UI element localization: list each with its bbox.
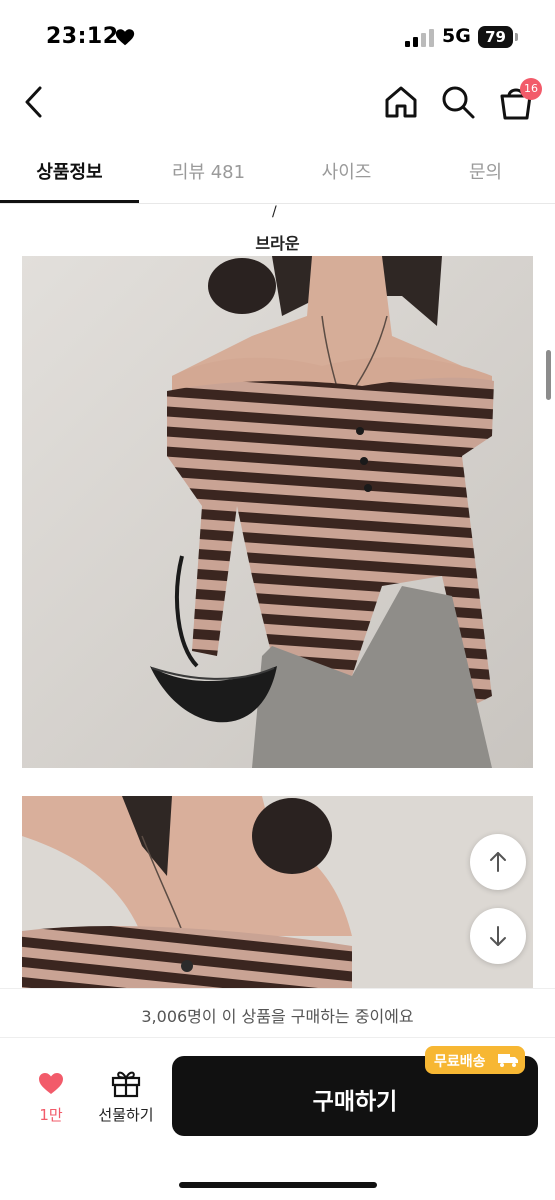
tab-reviews[interactable]: 리뷰 481: [139, 158, 278, 184]
bottom-action-bar: 1만 선물하기 구매하기 무료배송: [0, 1038, 555, 1200]
product-image: [22, 256, 533, 768]
battery-icon: 79: [478, 26, 518, 48]
gift-icon: [111, 1071, 141, 1098]
cart-badge: 16: [520, 78, 542, 100]
network-type: 5G: [442, 25, 471, 47]
tab-product-info[interactable]: 상품정보: [0, 158, 139, 184]
free-shipping-badge: 무료배송: [425, 1046, 525, 1074]
like-count: 1만: [39, 1106, 63, 1124]
truck-icon: [498, 1054, 518, 1067]
status-bar: 23:12 5G 79: [0, 0, 555, 70]
scroll-up-button[interactable]: [470, 834, 526, 890]
home-indicator: [179, 1182, 377, 1188]
arrow-down-icon: [490, 926, 506, 946]
tab-indicator: [0, 200, 139, 203]
tab-size[interactable]: 사이즈: [277, 158, 416, 184]
product-image-2: [22, 796, 533, 988]
separator-text: /: [272, 204, 277, 220]
back-icon[interactable]: [18, 82, 52, 122]
scrollbar-thumb[interactable]: [546, 350, 551, 400]
gift-label: 선물하기: [98, 1106, 154, 1124]
arrow-up-icon: [490, 852, 506, 872]
tab-bar: 상품정보 리뷰 481 사이즈 문의: [0, 140, 555, 204]
battery-level: 79: [485, 28, 506, 46]
heart-status-icon: [115, 29, 135, 46]
search-icon[interactable]: [438, 82, 478, 122]
purchase-notice: 3,006명이 이 상품을 구매하는 중이에요: [0, 988, 555, 1038]
status-time: 23:12: [46, 24, 119, 49]
signal-icon: [405, 29, 434, 47]
free-shipping-label: 무료배송: [434, 1054, 486, 1070]
purchase-notice-text: 3,006명이 이 상품을 구매하는 중이에요: [141, 1007, 414, 1026]
heart-icon: [39, 1073, 63, 1094]
like-button[interactable]: 1만: [20, 1068, 82, 1138]
gift-button[interactable]: 선물하기: [88, 1068, 164, 1138]
buy-button-label: 구매하기: [312, 1089, 398, 1115]
tab-inquiry[interactable]: 문의: [416, 158, 555, 184]
color-option-label: 브라운: [255, 234, 300, 253]
home-icon[interactable]: [381, 82, 421, 122]
scroll-down-button[interactable]: [470, 908, 526, 964]
